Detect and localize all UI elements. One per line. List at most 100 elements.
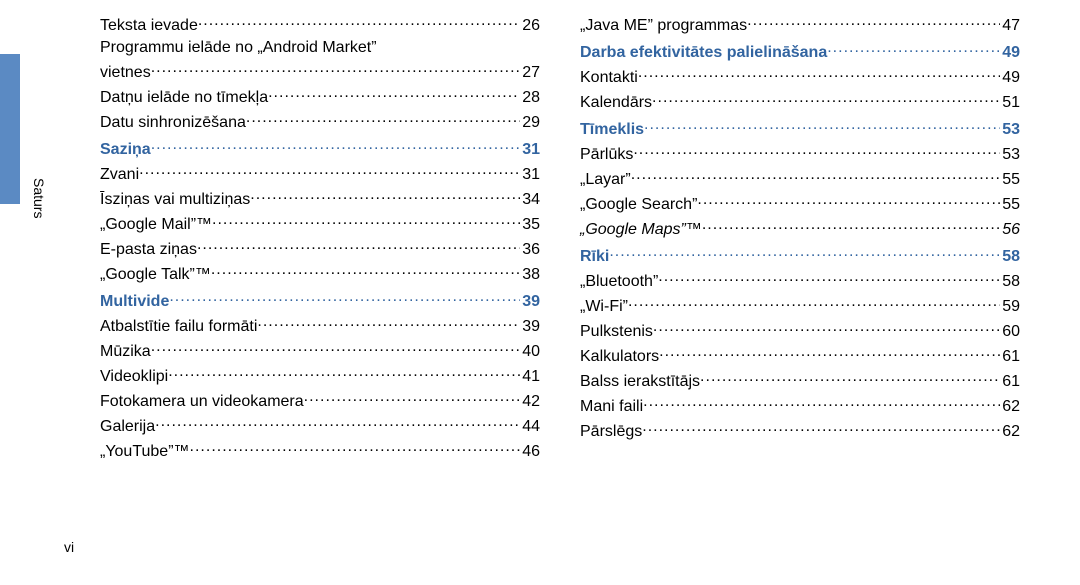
toc-page: 61: [1000, 373, 1020, 391]
toc-label: Galerija: [100, 418, 155, 436]
toc-page: 51: [1000, 94, 1020, 112]
toc-label: Kalkulators: [580, 348, 659, 366]
toc-section-heading: Multivide 39: [100, 290, 540, 311]
toc-label: „Java ME” programmas: [580, 17, 747, 35]
toc-leader-dots: [697, 193, 1000, 209]
toc-entry: „Google Talk”™ 38: [100, 263, 540, 284]
toc-entry: Fotokamera un videokamera 42: [100, 390, 540, 411]
toc-label: Tīmeklis: [580, 121, 644, 139]
toc-label: „Wi-Fi”: [580, 298, 628, 316]
toc-label: Videoklipi: [100, 368, 168, 386]
toc-page: 34: [520, 191, 540, 209]
toc-section-heading: Rīki 58: [580, 245, 1020, 266]
toc-entry: Kontakti 49: [580, 66, 1020, 87]
toc-entry: Datņu ielāde no tīmekļa 28: [100, 86, 540, 107]
toc-entry: „Wi-Fi” 59: [580, 295, 1020, 316]
toc-entry: Programmu ielāde no „Android Market”: [100, 39, 540, 57]
toc-page: 41: [520, 368, 540, 386]
toc-section-heading: Saziņa 31: [100, 138, 540, 159]
toc-leader-dots: [151, 61, 521, 77]
toc-entry: „Bluetooth” 58: [580, 270, 1020, 291]
toc-entry: Kalkulators 61: [580, 345, 1020, 366]
toc-entry: Datu sinhronizēšana 29: [100, 111, 540, 132]
toc-leader-dots: [644, 118, 1000, 134]
toc-label: Pārlūks: [580, 146, 633, 164]
toc-label: Darba efektivitātes palielināšana: [580, 44, 827, 62]
toc-page: 26: [520, 17, 540, 35]
toc-page: 44: [520, 418, 540, 436]
toc-page: 39: [520, 293, 540, 311]
toc-label: Pulkstenis: [580, 323, 653, 341]
toc-page: 59: [1000, 298, 1020, 316]
toc-leader-dots: [659, 345, 1000, 361]
toc-leader-dots: [268, 86, 520, 102]
toc-label: Mūzika: [100, 343, 151, 361]
toc-label: Atbalstītie failu formāti: [100, 318, 257, 336]
toc-page: 35: [520, 216, 540, 234]
toc-entry: Atbalstītie failu formāti 39: [100, 315, 540, 336]
toc-page: 58: [1000, 248, 1020, 266]
toc-page: 49: [1000, 44, 1020, 62]
toc-entry: Īsziņas vai multiziņas 34: [100, 188, 540, 209]
toc-entry: Teksta ievade 26: [100, 14, 540, 35]
toc-leader-dots: [190, 440, 521, 456]
toc-leader-dots: [628, 295, 1000, 311]
toc-leader-dots: [609, 245, 1000, 261]
toc-section-heading: Darba efektivitātes palielināšana 49: [580, 41, 1020, 62]
toc-entry: Videoklipi 41: [100, 365, 540, 386]
toc-leader-dots: [642, 420, 1000, 436]
toc-page: 53: [1000, 121, 1020, 139]
toc-entry: „Google Mail”™ 35: [100, 213, 540, 234]
side-label: Saturs: [31, 178, 47, 218]
toc-page: 49: [1000, 69, 1020, 87]
toc-section-heading: Tīmeklis 53: [580, 118, 1020, 139]
toc-label: „Layar”: [580, 171, 631, 189]
toc-page: 55: [1000, 196, 1020, 214]
toc-label: E-pasta ziņas: [100, 241, 197, 259]
toc-entry: „Java ME” programmas 47: [580, 14, 1020, 35]
toc-leader-dots: [212, 213, 520, 229]
toc-entry: Mūzika 40: [100, 340, 540, 361]
toc-page: 38: [520, 266, 540, 284]
toc-leader-dots: [653, 320, 1000, 336]
toc-page: 39: [520, 318, 540, 336]
toc-leader-dots: [257, 315, 520, 331]
toc-entry: „Google Maps”™ 56: [580, 218, 1020, 239]
toc-leader-dots: [700, 370, 1000, 386]
toc-leader-dots: [151, 138, 521, 154]
toc-label: Teksta ievade: [100, 17, 198, 35]
toc-label: „Google Mail”™: [100, 216, 212, 234]
toc-entry: Zvani 31: [100, 163, 540, 184]
toc-leader-dots: [652, 91, 1000, 107]
toc-leader-dots: [168, 365, 520, 381]
toc-label: Saziņa: [100, 141, 151, 159]
toc-leader-dots: [643, 395, 1000, 411]
toc-leader-dots: [638, 66, 1000, 82]
toc-entry: Galerija 44: [100, 415, 540, 436]
toc-leader-dots: [304, 390, 521, 406]
toc-entry: Kalendārs 51: [580, 91, 1020, 112]
toc-page: 29: [520, 114, 540, 132]
toc-entry: Balss ierakstītājs 61: [580, 370, 1020, 391]
toc-entry: Pārlūks 53: [580, 143, 1020, 164]
toc-label: Mani faili: [580, 398, 643, 416]
toc-leader-dots: [211, 263, 520, 279]
toc-leader-dots: [151, 340, 521, 356]
toc-column-left: Teksta ievade 26 Programmu ielāde no „And…: [100, 14, 540, 465]
side-tab: [0, 54, 20, 204]
toc-leader-dots: [169, 290, 520, 306]
toc-label: Datu sinhronizēšana: [100, 114, 246, 132]
toc-label: „Bluetooth”: [580, 273, 658, 291]
toc-label: Programmu ielāde no „Android Market”: [100, 39, 377, 57]
toc-leader-dots: [250, 188, 520, 204]
toc-entry: Mani faili 62: [580, 395, 1020, 416]
toc-page: 31: [520, 141, 540, 159]
toc-label: Pārslēgs: [580, 423, 642, 441]
toc-page: 42: [520, 393, 540, 411]
page-number: vi: [64, 539, 74, 555]
toc-label: Kalendārs: [580, 94, 652, 112]
toc-entry: vietnes 27: [100, 61, 540, 82]
toc-page: 47: [1000, 17, 1020, 35]
toc-page: 62: [1000, 398, 1020, 416]
toc-page: 53: [1000, 146, 1020, 164]
